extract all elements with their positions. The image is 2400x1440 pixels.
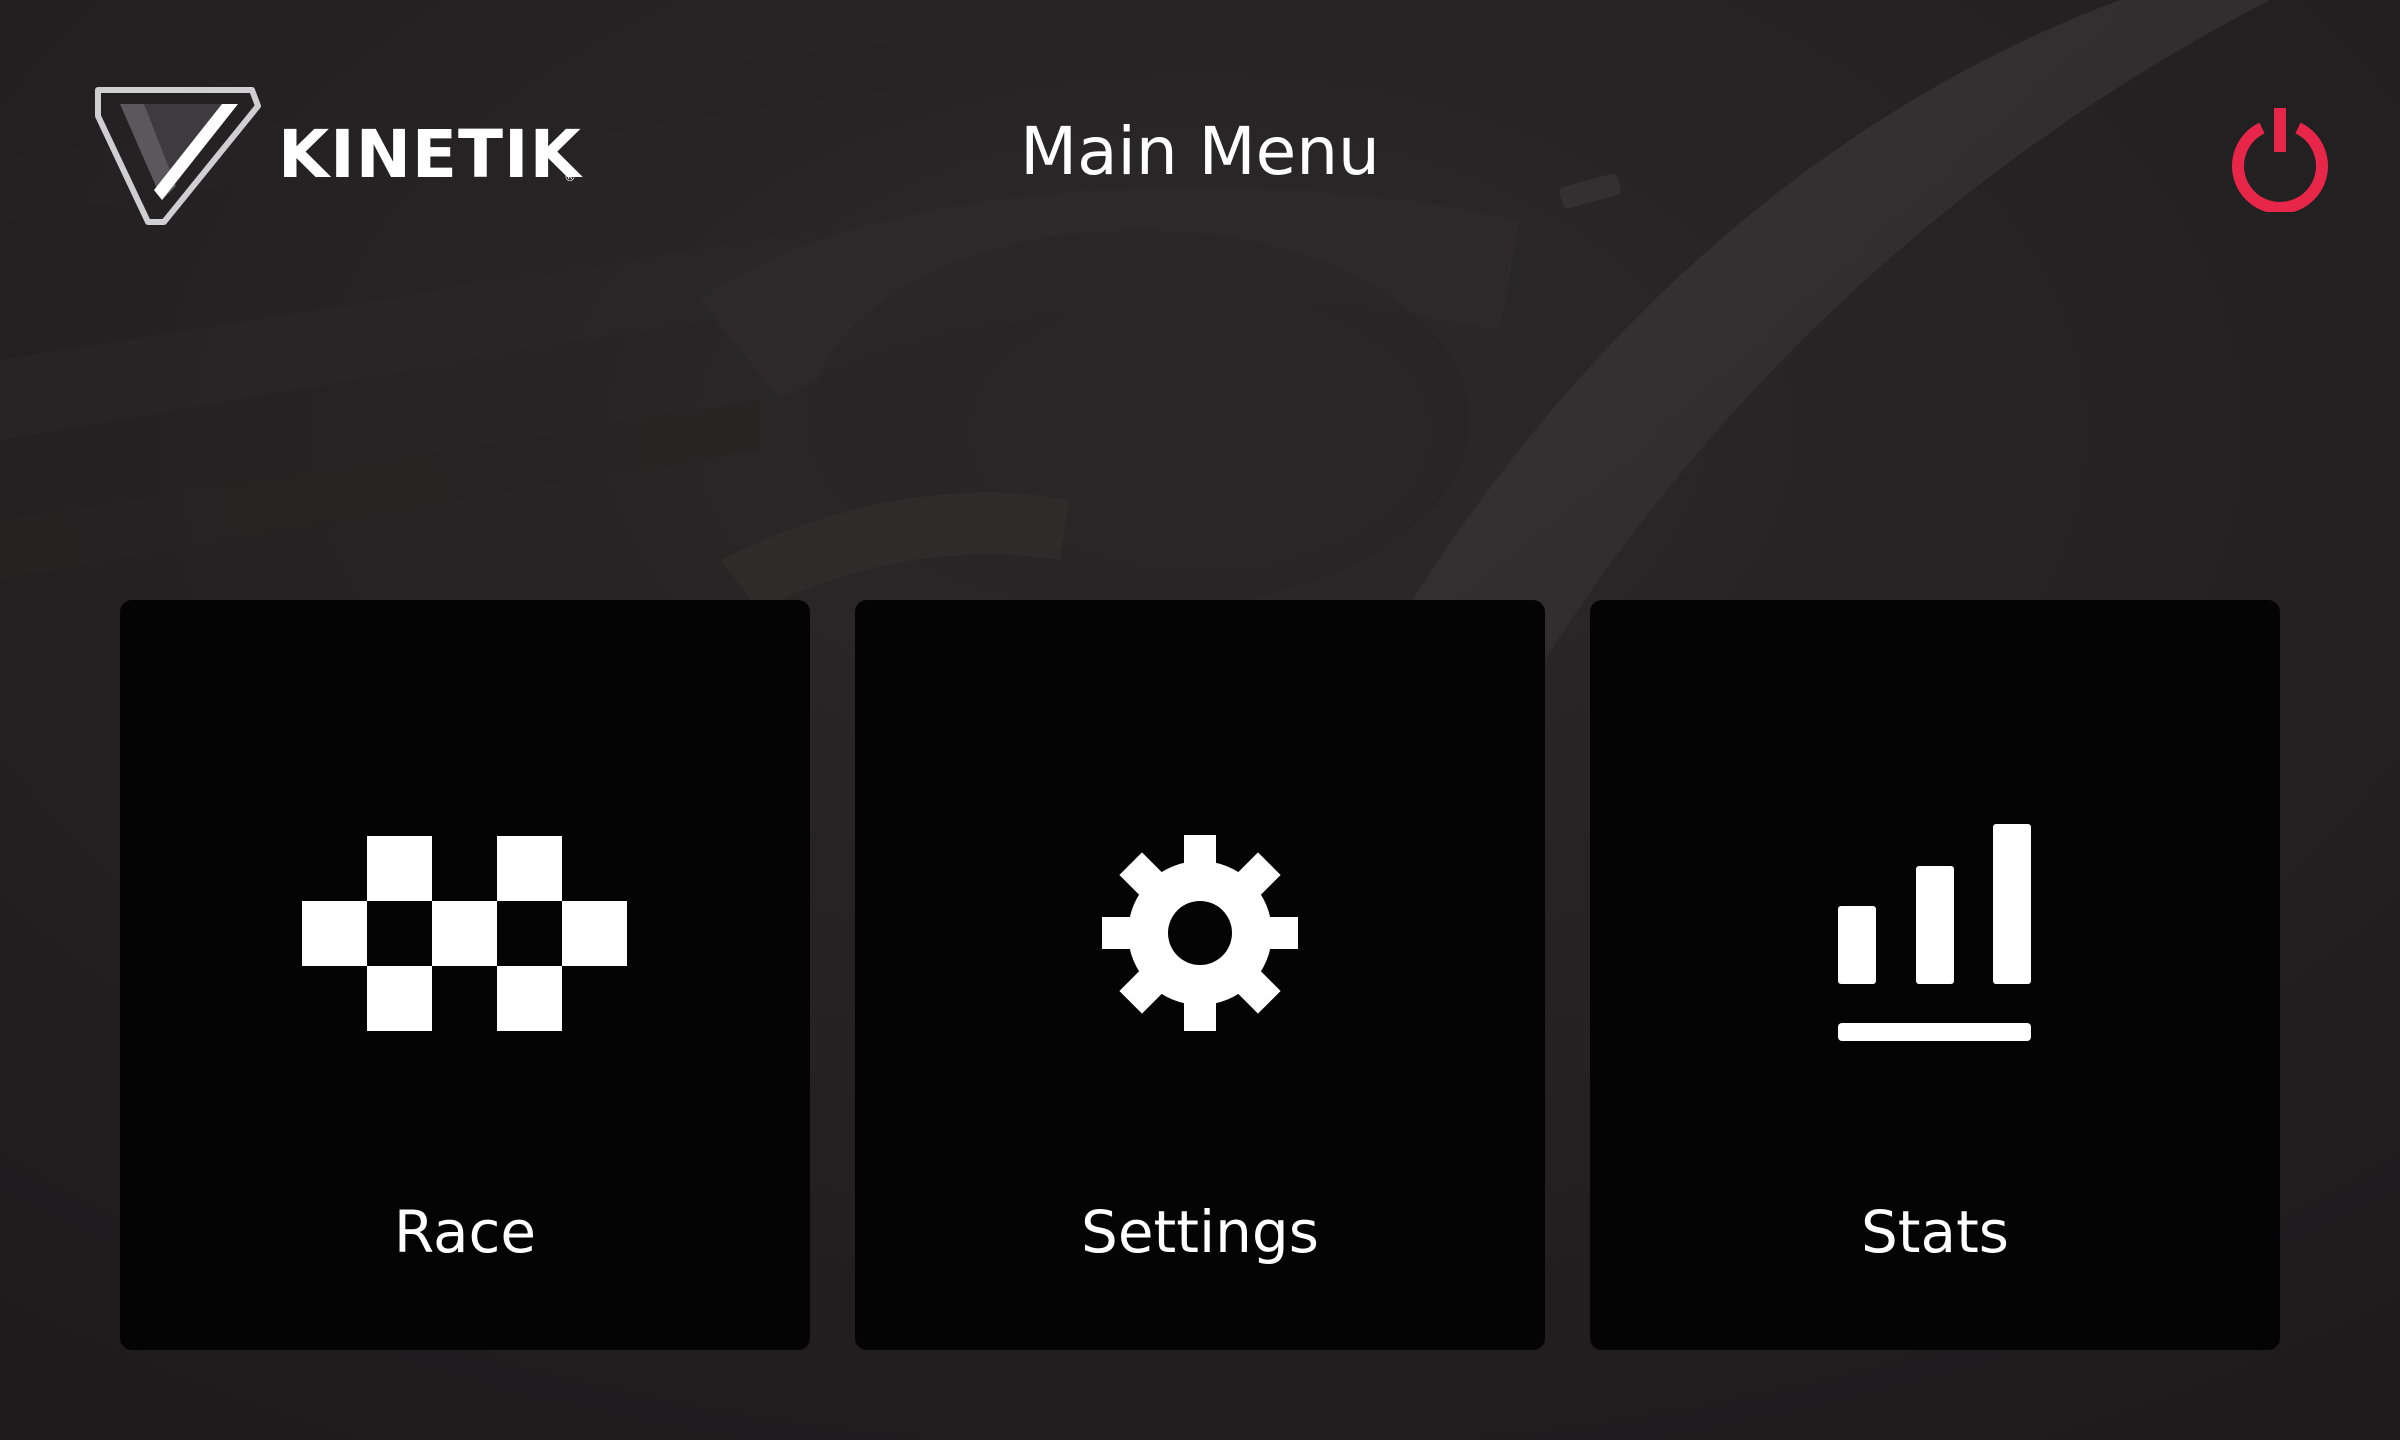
page-title: Main Menu bbox=[1020, 113, 1380, 190]
race-tile-button[interactable]: Race bbox=[120, 600, 810, 1350]
race-label: Race bbox=[393, 1198, 537, 1266]
kinetik-logo-mark-icon bbox=[95, 87, 261, 225]
main-menu-screen: KINETIK ® Main Menu Race Settings Stats bbox=[0, 0, 2400, 1440]
settings-label: Settings bbox=[1081, 1198, 1319, 1266]
stats-tile-button[interactable]: Stats bbox=[1590, 600, 2280, 1350]
brand-wordmark: KINETIK bbox=[278, 116, 582, 193]
brand-logo: KINETIK ® bbox=[92, 82, 592, 230]
registered-mark: ® bbox=[564, 170, 576, 184]
power-button[interactable] bbox=[2226, 104, 2334, 214]
power-icon bbox=[2232, 108, 2328, 214]
stats-label: Stats bbox=[1860, 1198, 2010, 1266]
settings-tile-button[interactable]: Settings bbox=[855, 600, 1545, 1350]
